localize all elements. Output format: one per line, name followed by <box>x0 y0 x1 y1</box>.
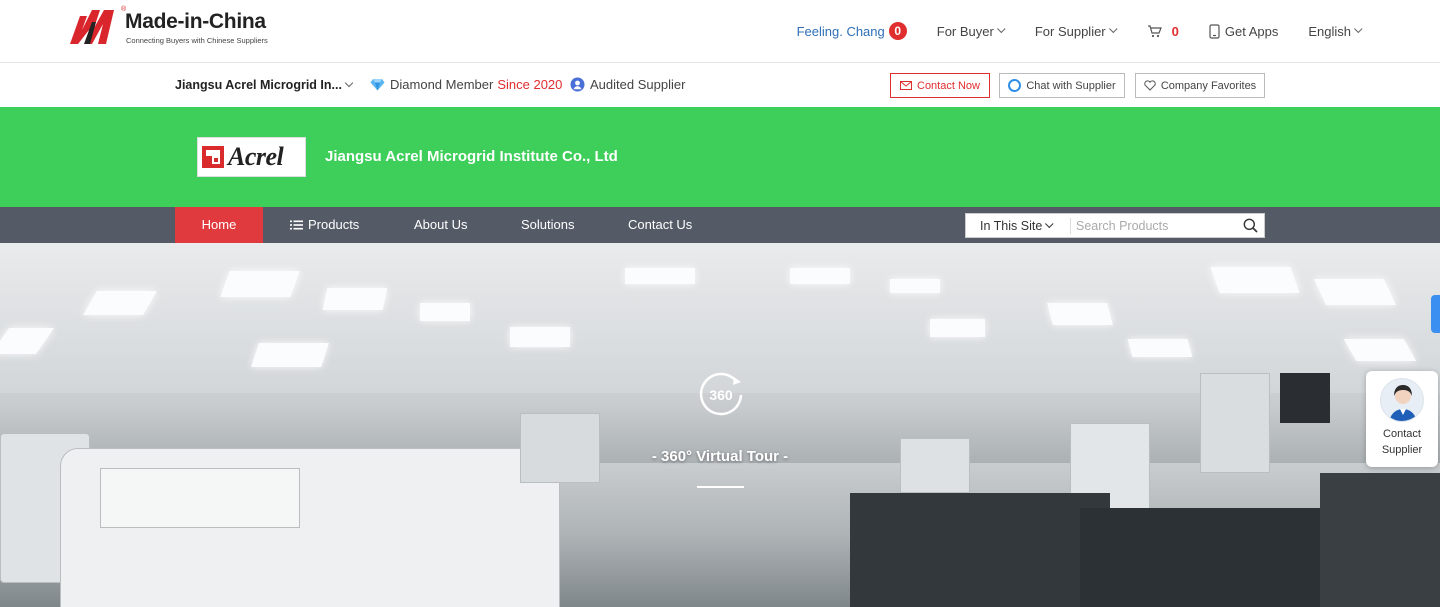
search-divider <box>1070 218 1071 234</box>
360-tour-icon[interactable]: 360 <box>697 371 745 419</box>
cart-count[interactable]: 0 <box>1172 24 1179 39</box>
nav-tab-contact-us[interactable]: Contact Us <box>628 207 692 243</box>
chevron-down-icon <box>996 24 1006 34</box>
membership-label: Diamond Member <box>390 77 494 92</box>
search-scope-select[interactable]: In This Site <box>980 219 1054 233</box>
nav-tab-products[interactable]: Products <box>290 207 359 243</box>
search-scope-label[interactable]: In This Site <box>980 219 1042 233</box>
diamond-member-badge: Diamond Member Since 2020 <box>370 77 562 92</box>
contact-supplier-label[interactable]: Contact Supplier <box>1366 426 1438 458</box>
user-account[interactable]: Feeling. Chang 0 <box>797 22 907 40</box>
favorites-label[interactable]: Company Favorites <box>1161 80 1256 92</box>
contact-line[interactable]: Contact <box>1366 426 1438 442</box>
cart-icon <box>1147 24 1162 37</box>
user-name[interactable]: Feeling. Chang <box>797 24 885 39</box>
for-buyer-label[interactable]: For Buyer <box>937 24 994 39</box>
tour-underline <box>697 486 744 488</box>
chat-with-supplier-button[interactable]: Chat with Supplier <box>999 73 1125 98</box>
nav-tab-home[interactable]: Home <box>175 207 263 243</box>
chat-bubble-icon <box>1008 79 1022 92</box>
site-logo[interactable]: ® Made-in-China Connecting Buyers with C… <box>70 6 290 46</box>
mobile-phone-icon <box>1209 23 1220 39</box>
language-selector[interactable]: English <box>1308 24 1363 39</box>
get-apps-link[interactable]: Get Apps <box>1209 24 1278 39</box>
contact-now-label[interactable]: Contact Now <box>917 80 980 92</box>
main-nav: Home Products About Us Solutions Contact… <box>0 207 1440 243</box>
heart-icon <box>1144 80 1156 91</box>
acrel-logo-icon <box>202 146 224 168</box>
side-feedback-tab[interactable] <box>1431 295 1440 333</box>
top-header: ® Made-in-China Connecting Buyers with C… <box>0 0 1440 63</box>
member-since: Since 2020 <box>497 77 563 92</box>
for-supplier-menu[interactable]: For Supplier <box>1035 24 1118 39</box>
language-label[interactable]: English <box>1308 24 1351 39</box>
support-agent-avatar-icon <box>1389 385 1417 421</box>
search-input[interactable] <box>1076 216 1236 236</box>
get-apps-label[interactable]: Get Apps <box>1225 24 1278 39</box>
supplier-bar: Jiangsu Acrel Microgrid In... Diamond Me… <box>0 64 1440 107</box>
chevron-down-icon[interactable] <box>344 78 354 88</box>
360-icon-text: 360 <box>709 387 733 403</box>
supplier-line[interactable]: Supplier <box>1366 442 1438 458</box>
logo-tagline: Connecting Buyers with Chinese Suppliers <box>126 36 268 45</box>
nav-tab-solutions[interactable]: Solutions <box>521 207 574 243</box>
nav-tab-about-us[interactable]: About Us <box>414 207 467 243</box>
nav-products-label[interactable]: Products <box>308 217 359 232</box>
contact-supplier-widget[interactable]: Contact Supplier <box>1366 371 1438 467</box>
contact-now-button[interactable]: Contact Now <box>890 73 990 98</box>
supplier-name-dropdown[interactable]: Jiangsu Acrel Microgrid In... <box>175 78 342 92</box>
cart-link[interactable]: 0 <box>1147 24 1179 39</box>
envelope-icon <box>900 81 912 90</box>
chevron-down-icon <box>1354 24 1363 34</box>
site-search: In This Site <box>965 213 1265 238</box>
for-buyer-menu[interactable]: For Buyer <box>937 24 1006 39</box>
list-icon <box>290 220 303 230</box>
made-in-china-logo-icon <box>70 10 114 44</box>
virtual-tour-label[interactable]: - 360° Virtual Tour - <box>620 448 820 465</box>
company-favorites-button[interactable]: Company Favorites <box>1135 73 1265 98</box>
message-count-badge[interactable]: 0 <box>888 22 907 40</box>
chat-label[interactable]: Chat with Supplier <box>1026 80 1115 92</box>
audited-label: Audited Supplier <box>590 77 686 92</box>
company-brand-banner: Acrel Jiangsu Acrel Microgrid Institute … <box>0 107 1440 207</box>
chevron-down-icon <box>1108 24 1118 34</box>
company-logo[interactable]: Acrel <box>197 137 306 177</box>
logo-text: Made-in-China <box>125 10 266 33</box>
virtual-tour-hero[interactable]: 360 - 360° Virtual Tour - <box>0 243 1440 607</box>
for-supplier-label[interactable]: For Supplier <box>1035 24 1106 39</box>
company-name: Jiangsu Acrel Microgrid Institute Co., L… <box>325 148 618 165</box>
avatar <box>1380 378 1424 422</box>
chevron-down-icon <box>1045 219 1054 229</box>
search-icon[interactable] <box>1243 218 1258 233</box>
audited-supplier-badge: Audited Supplier <box>570 77 685 92</box>
top-nav: Feeling. Chang 0 For Buyer For Supplier … <box>767 20 1363 42</box>
audited-icon <box>570 77 585 92</box>
acrel-wordmark: Acrel <box>228 142 284 171</box>
diamond-icon <box>370 79 385 91</box>
